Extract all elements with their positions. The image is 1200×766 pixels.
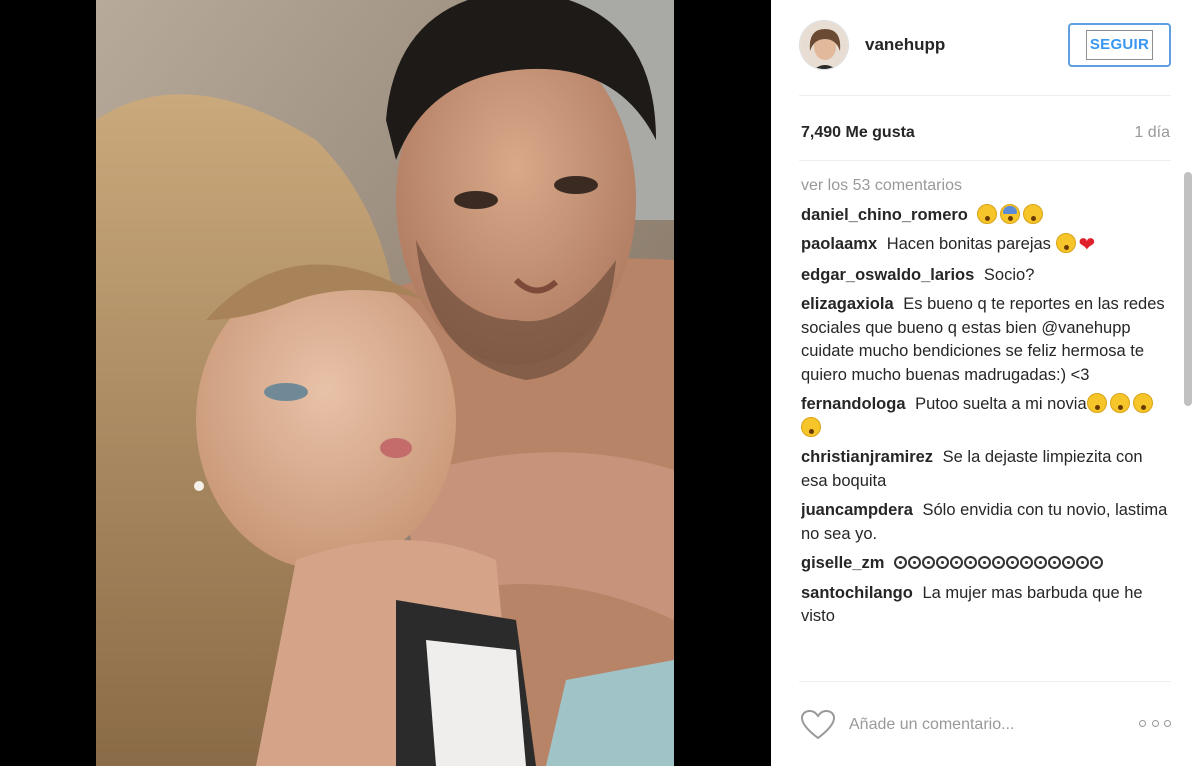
comments-scrollbar[interactable] (1184, 172, 1192, 406)
post-photo (96, 0, 674, 766)
comment-username[interactable]: fernandologa (801, 395, 906, 413)
eye-emoji-icon (978, 556, 992, 569)
photo-frame (0, 0, 771, 766)
eye-emoji-icon (1020, 556, 1034, 569)
eye-emoji-icon (964, 556, 978, 569)
comment-item: christianjramirez Se la dejaste limpiezi… (801, 446, 1171, 493)
eye-emoji-icon (1062, 556, 1076, 569)
comment-text: Socio? (983, 265, 1035, 284)
username[interactable]: vanehupp (865, 35, 945, 55)
fearful-emoji-icon (1000, 203, 1021, 224)
comment-text: Putoo suelta a mi novia (915, 395, 1087, 413)
eyes-emoji-row (894, 554, 1104, 572)
eye-emoji-icon (922, 556, 936, 569)
comment-username[interactable]: santochilango (801, 584, 913, 602)
comment-username[interactable]: daniel_chino_romero (801, 206, 968, 224)
follow-button-label: SEGUIR (1085, 30, 1154, 60)
eye-emoji-icon (1048, 556, 1062, 569)
comment-username[interactable]: edgar_oswaldo_larios (801, 266, 974, 284)
eye-emoji-icon (1076, 556, 1090, 569)
comments-list: ver los 53 comentarios daniel_chino_rome… (801, 174, 1171, 674)
follow-button[interactable]: SEGUIR (1068, 23, 1171, 67)
comment-username[interactable]: juancampdera (801, 501, 913, 519)
eye-emoji-icon (992, 556, 1006, 569)
comment-item: juancampdera Sólo envidia con tu novio, … (801, 499, 1171, 546)
crying-emoji-icon (1132, 393, 1153, 413)
more-options-icon[interactable] (1139, 716, 1171, 730)
comment-item: paolaamx Hacen bonitas parejas ❤ (801, 233, 1171, 258)
crying-emoji-icon (1109, 393, 1130, 413)
astonished-emoji-icon (1023, 203, 1044, 224)
eye-emoji-icon (1006, 556, 1020, 569)
comment-item: giselle_zm (801, 552, 1171, 576)
comment-username[interactable]: paolaamx (801, 235, 877, 253)
scream-emoji-icon (1055, 233, 1076, 253)
comment-item: fernandologa Putoo suelta a mi novia (801, 393, 1171, 440)
scream-emoji-icon (977, 203, 998, 224)
eye-emoji-icon (1090, 556, 1104, 569)
likes-count[interactable]: 7,490 Me gusta (801, 124, 915, 142)
selfie-image (96, 0, 674, 766)
comment-username[interactable]: christianjramirez (801, 448, 933, 466)
comment-username[interactable]: giselle_zm (801, 554, 884, 572)
comment-item: elizagaxiola Es bueno q te reportes en l… (801, 293, 1171, 387)
view-all-comments-link[interactable]: ver los 53 comentarios (801, 174, 1171, 198)
eye-emoji-icon (936, 556, 950, 569)
comment-item: daniel_chino_romero (801, 203, 1171, 228)
post-footer (799, 681, 1171, 766)
post-detail-panel: vanehupp SEGUIR 7,490 Me gusta 1 día ver… (771, 0, 1200, 766)
eye-emoji-icon (1034, 556, 1048, 569)
eye-emoji-icon (908, 556, 922, 569)
comment-input[interactable] (849, 712, 1129, 738)
avatar[interactable] (799, 20, 849, 70)
divider (799, 160, 1171, 161)
comment-item: santochilango La mujer mas barbuda que h… (801, 582, 1171, 629)
crying-emoji-icon (801, 416, 821, 437)
divider (799, 95, 1171, 96)
eye-emoji-icon (950, 556, 964, 569)
comment-item: edgar_oswaldo_larios Socio? (801, 264, 1171, 288)
like-heart-icon[interactable] (800, 709, 836, 740)
crying-emoji-icon (1086, 393, 1107, 413)
comment-text: Hacen bonitas parejas (886, 235, 1051, 253)
comment-username[interactable]: elizagaxiola (801, 295, 894, 313)
post-time[interactable]: 1 día (1134, 124, 1170, 142)
heart-emoji-icon: ❤ (1078, 234, 1096, 256)
eye-emoji-icon (894, 556, 908, 569)
post-header: vanehupp SEGUIR (799, 18, 1171, 74)
